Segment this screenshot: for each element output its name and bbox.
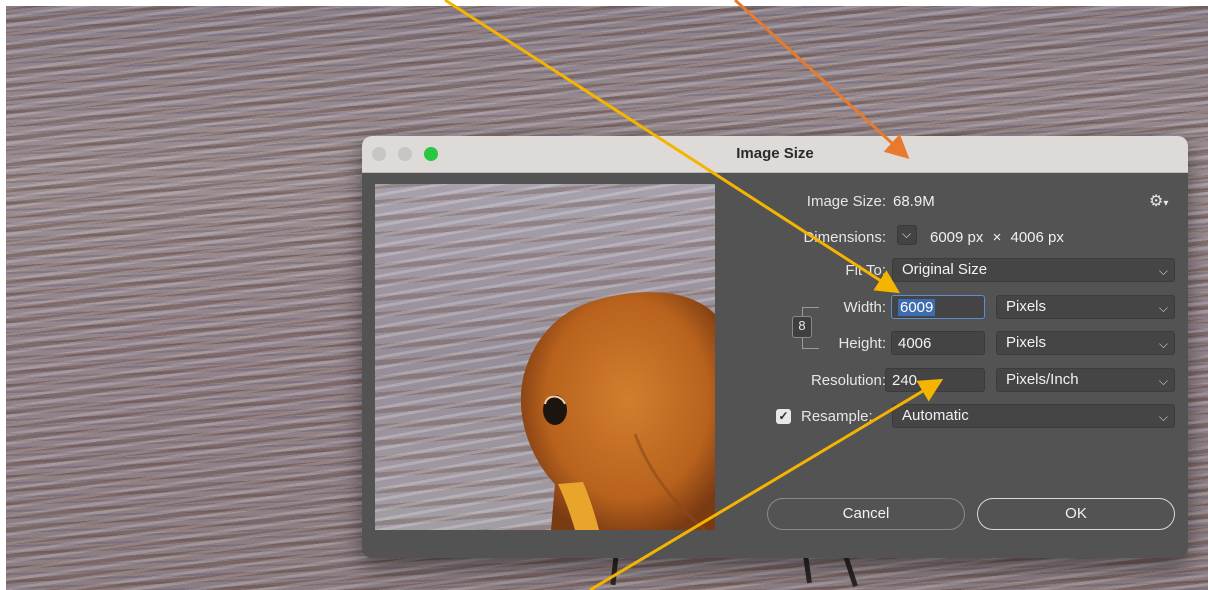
chevron-down-icon: ⌵ — [1158, 337, 1168, 351]
dialog-title: Image Size — [736, 145, 814, 162]
fit-to-label: Fit To: — [845, 262, 886, 279]
width-value: 6009 — [898, 299, 936, 316]
resample-value: Automatic — [902, 407, 969, 424]
dimensions-label: Dimensions: — [803, 229, 886, 246]
gear-icon[interactable]: ⚙▾ — [1149, 191, 1168, 211]
fit-to-select[interactable]: Original Size ⌵ — [892, 258, 1175, 282]
resample-select[interactable]: Automatic ⌵ — [892, 404, 1175, 428]
chevron-down-icon: ⌵ — [1158, 301, 1168, 315]
width-label: Width: — [843, 299, 886, 316]
width-unit-select[interactable]: Pixels ⌵ — [996, 295, 1175, 319]
resample-label: Resample: — [801, 408, 873, 425]
image-preview[interactable] — [375, 184, 715, 530]
chain-link-icon[interactable]: 8 — [792, 316, 812, 338]
height-unit-value: Pixels — [1006, 334, 1047, 351]
height-input[interactable]: 4006 — [891, 331, 985, 355]
fit-to-value: Original Size — [902, 261, 988, 278]
resolution-unit-select[interactable]: Pixels/Inch ⌵ — [996, 368, 1175, 392]
dimensions-dropdown[interactable]: ⌵ — [897, 225, 917, 245]
chevron-down-icon: ⌵ — [1158, 374, 1168, 388]
height-value: 4006 — [898, 335, 932, 352]
cancel-button[interactable]: Cancel — [767, 498, 965, 530]
bird-illustration — [520, 292, 715, 530]
width-unit-value: Pixels — [1006, 298, 1047, 315]
chevron-down-icon: ⌵ — [1158, 264, 1168, 278]
image-size-value: 68.9M — [893, 193, 935, 210]
ok-button[interactable]: OK — [977, 498, 1175, 530]
chevron-down-icon: ⌵ — [902, 227, 912, 241]
resolution-input[interactable]: 240 — [885, 368, 985, 392]
width-input[interactable]: 6009 — [891, 295, 985, 319]
resolution-value: 240 — [892, 372, 918, 389]
dimensions-value: 6009 px × 4006 px — [930, 229, 1064, 246]
resolution-label: Resolution: — [810, 372, 886, 389]
title-bar: Image Size — [362, 136, 1188, 173]
image-size-dialog: Image Size Image Size: 68.9M ⚙▾ Dimensio… — [362, 136, 1188, 558]
height-label: Height: — [838, 335, 886, 352]
dimensions-width: 6009 px — [930, 229, 984, 246]
chevron-down-icon: ⌵ — [1158, 410, 1168, 424]
resolution-unit-value: Pixels/Inch — [1006, 371, 1079, 388]
height-unit-select[interactable]: Pixels ⌵ — [996, 331, 1175, 355]
resample-checkbox[interactable]: ✓ — [776, 409, 791, 424]
image-size-label: Image Size: — [806, 193, 886, 210]
dimensions-times: × — [992, 229, 1002, 246]
checkbox-icon: ✓ — [778, 409, 789, 423]
dimensions-height: 4006 px — [1010, 229, 1064, 246]
